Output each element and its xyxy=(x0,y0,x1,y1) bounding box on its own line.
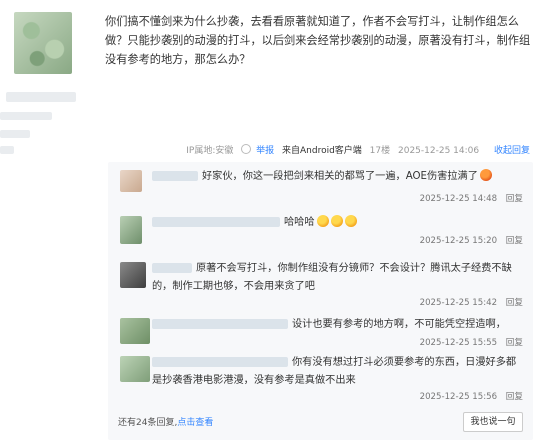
reply-avatar[interactable] xyxy=(120,318,150,344)
reply-time: 2025-12-25 15:42 xyxy=(419,298,498,308)
reply-footer: 2025-12-25 15:20 回复 xyxy=(420,234,523,246)
reply-content: 原著不会写打斗，你制作组没有分镜师？不会设计？腾讯太子经费不缺的，制作工期也够，… xyxy=(152,260,522,296)
post-meta: IP属地:安徽 举报 来自Android客户端 17楼 2025-12-25 1… xyxy=(105,143,530,159)
reply-time: 2025-12-25 14:48 xyxy=(419,194,498,204)
author-info-blurred xyxy=(0,146,14,154)
more-replies-count: 还有24条回复, xyxy=(118,418,178,428)
author-info-blurred xyxy=(0,130,30,138)
emoji-icon xyxy=(330,215,343,227)
reply-avatar[interactable] xyxy=(120,170,142,192)
reply-avatar[interactable] xyxy=(120,356,150,382)
reply-avatar[interactable] xyxy=(120,262,146,288)
reply-item: 好家伙，你这一段把剑来相关的都骂了一遍，AOE伤害拉满了 2025-12-25 … xyxy=(108,162,533,206)
reply-content: 好家伙，你这一段把剑来相关的都骂了一遍，AOE伤害拉满了 xyxy=(152,168,522,186)
reply-footer: 2025-12-25 15:42 回复 xyxy=(420,296,523,308)
floor-number: 17楼 xyxy=(369,146,391,156)
emoji-icon xyxy=(344,215,357,227)
reply-item: 你有没有想过打斗必须要参考的东西，日漫好多都是抄袭香港电影港漫，没有参考是真做不… xyxy=(108,348,533,406)
reply-username-blurred[interactable] xyxy=(152,319,288,329)
reply-text: 好家伙，你这一段把剑来相关的都骂了一遍，AOE伤害拉满了 xyxy=(202,171,478,182)
reply-footer: 2025-12-25 15:55 回复 xyxy=(420,336,523,348)
collapse-replies-link[interactable]: 收起回复 xyxy=(494,146,530,156)
reply-content: 你有没有想过打斗必须要参考的东西，日漫好多都是抄袭香港电影港漫，没有参考是真做不… xyxy=(152,354,522,390)
reply-text: 原著不会写打斗，你制作组没有分镜师？不会设计？腾讯太子经费不缺的，制作工期也够，… xyxy=(152,263,512,292)
reply-text: 设计也要有参考的地方啊，不可能凭空捏造啊， xyxy=(292,319,506,330)
more-replies: 还有24条回复,点击查看 xyxy=(118,415,213,428)
reply-item: 原著不会写打斗，你制作组没有分镜师？不会设计？腾讯太子经费不缺的，制作工期也够，… xyxy=(108,254,533,308)
author-column xyxy=(0,0,102,448)
author-avatar[interactable] xyxy=(14,12,72,74)
view-more-link[interactable]: 点击查看 xyxy=(177,418,213,428)
ip-location: IP属地:安徽 xyxy=(186,146,234,156)
reply-time: 2025-12-25 15:20 xyxy=(419,236,498,246)
add-reply-button[interactable]: 我也说一句 xyxy=(463,412,523,432)
reply-text: 哈哈哈 xyxy=(284,217,315,228)
report-link[interactable]: 举报 xyxy=(256,146,274,156)
author-info-blurred xyxy=(0,112,52,120)
client-source[interactable]: 来自Android客户端 xyxy=(282,146,362,156)
emoji-icon xyxy=(479,169,492,181)
reply-item: 哈哈哈 2025-12-25 15:20 回复 xyxy=(108,208,533,248)
reply-footer: 2025-12-25 15:56 回复 xyxy=(420,390,523,402)
reply-button[interactable]: 回复 xyxy=(506,338,523,348)
reply-username-blurred[interactable] xyxy=(152,357,288,367)
reply-button[interactable]: 回复 xyxy=(506,236,523,246)
reply-username-blurred[interactable] xyxy=(152,217,280,227)
emoji-icon xyxy=(316,215,329,227)
report-icon[interactable] xyxy=(241,144,252,154)
reply-time: 2025-12-25 15:56 xyxy=(419,392,498,402)
reply-button[interactable]: 回复 xyxy=(506,392,523,402)
reply-button[interactable]: 回复 xyxy=(506,194,523,204)
reply-time: 2025-12-25 15:55 xyxy=(419,338,498,348)
reply-username-blurred[interactable] xyxy=(152,263,192,273)
reply-avatar[interactable] xyxy=(120,216,142,244)
reply-content: 哈哈哈 xyxy=(152,214,522,232)
author-name-blurred[interactable] xyxy=(6,92,76,102)
reply-list: 好家伙，你这一段把剑来相关的都骂了一遍，AOE伤害拉满了 2025-12-25 … xyxy=(108,162,533,440)
reply-footer: 2025-12-25 14:48 回复 xyxy=(420,192,523,204)
reply-button[interactable]: 回复 xyxy=(506,298,523,308)
reply-username-blurred[interactable] xyxy=(152,171,198,181)
reply-content: 设计也要有参考的地方啊，不可能凭空捏造啊， xyxy=(152,316,522,334)
post-time: 2025-12-25 14:06 xyxy=(398,146,480,156)
post-content: 你们搞不懂剑来为什么抄袭，去看看原著就知道了，作者不会写打斗，让制作组怎么做？只… xyxy=(105,15,531,66)
